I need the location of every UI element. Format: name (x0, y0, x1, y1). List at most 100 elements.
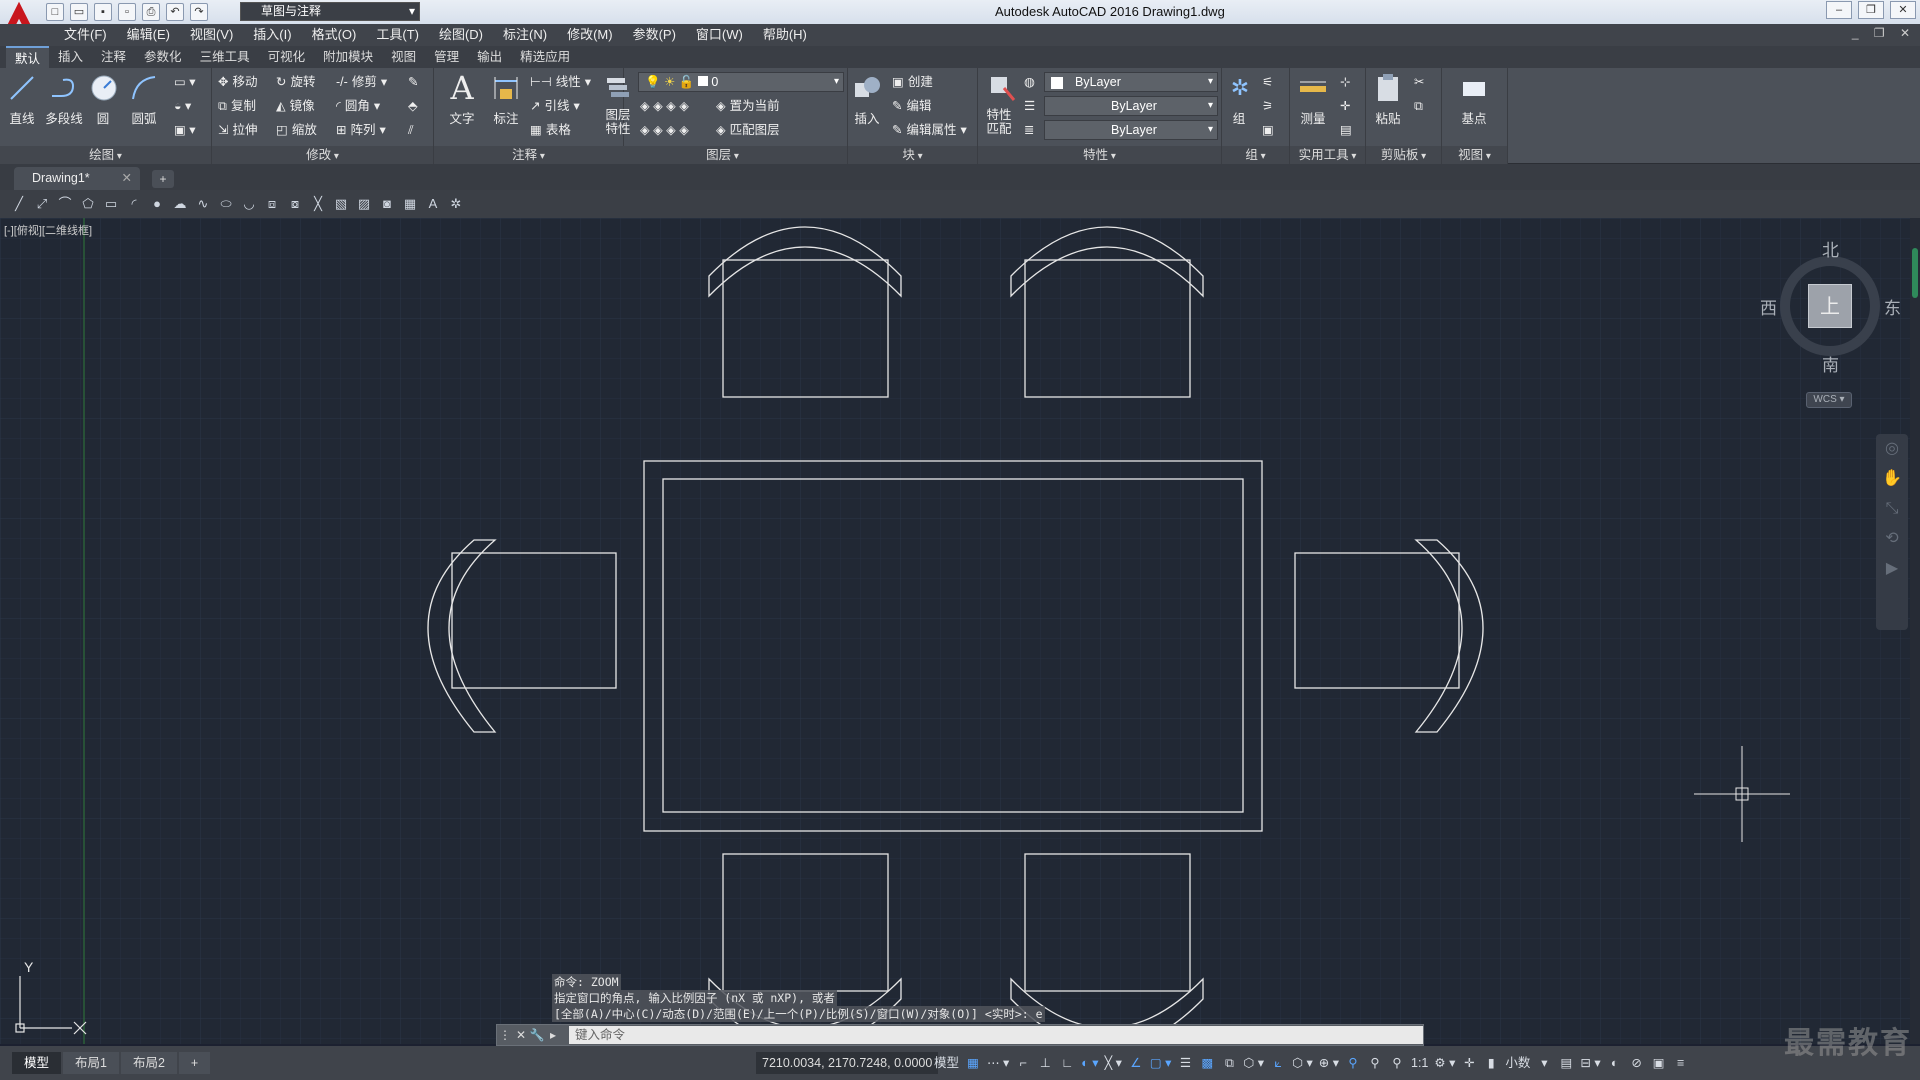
menu-format[interactable]: 格式(O) (302, 24, 367, 46)
modify-panel-title[interactable]: 修改 (212, 146, 433, 164)
undo-icon[interactable]: ↶ (166, 3, 184, 21)
color-dropdown[interactable]: ByLayer (1044, 72, 1218, 92)
fillet-button[interactable]: ◜ 圆角 ▾ (336, 96, 380, 116)
compass-west[interactable]: 西 (1760, 294, 1777, 319)
zoom-extents-icon[interactable]: ⤡ (1876, 494, 1908, 524)
grid-icon[interactable]: ▦ (965, 1052, 981, 1074)
match-properties-button[interactable]: 特性匹配 (986, 72, 1016, 136)
dynamic-ucs-icon[interactable]: ⟀ (1270, 1052, 1286, 1074)
coordinates-readout[interactable]: 7210.0034, 2170.7248, 0.0000 (756, 1052, 939, 1074)
menu-edit[interactable]: 编辑(E) (117, 24, 180, 46)
dimension-button[interactable]: 标注 (488, 72, 524, 127)
menu-dimension[interactable]: 标注(N) (493, 24, 557, 46)
insert-block-button[interactable]: 插入 (850, 72, 884, 127)
linetype-dropdown[interactable]: ByLayer (1044, 96, 1218, 116)
menu-parametric[interactable]: 参数(P) (623, 24, 686, 46)
quick-properties-icon[interactable]: ▤ (1558, 1052, 1574, 1074)
tab-layout1[interactable]: 布局1 (63, 1052, 119, 1074)
units-dropdown[interactable]: 小数 (1505, 1052, 1530, 1074)
workspace-gear-icon[interactable]: ⚙ ▾ (1434, 1052, 1455, 1074)
edit-attributes-button[interactable]: ✎ 编辑属性 ▾ (892, 120, 967, 140)
wcs-menu[interactable]: WCS ▾ (1806, 392, 1852, 408)
infer-constraints-icon[interactable]: ⌐ (1015, 1052, 1031, 1074)
model-space-toggle[interactable]: 模型 (934, 1052, 959, 1074)
point-icon[interactable]: ╳ (309, 195, 327, 213)
ortho-icon[interactable]: ∟ (1059, 1052, 1075, 1074)
scale-button[interactable]: ◰ 缩放 (276, 120, 317, 140)
ungroup-icon[interactable]: ⚟ (1262, 72, 1273, 92)
match-layer-button[interactable]: ◈ 匹配图层 (716, 120, 780, 140)
save-as-icon[interactable]: ▫ (118, 3, 136, 21)
viewport-controls[interactable]: [-][俯视][二维线框] (4, 222, 92, 238)
tab-default[interactable]: 默认 (6, 46, 50, 68)
3d-osnap-icon[interactable]: ⬡ ▾ (1243, 1052, 1264, 1074)
line-button[interactable]: 直线 (4, 72, 40, 127)
table-icon[interactable]: ▦ (401, 195, 419, 213)
spline-icon[interactable]: ∿ (194, 195, 212, 213)
close-button[interactable]: ✕ (1890, 1, 1916, 19)
group-button[interactable]: ✲ 组 (1224, 72, 1254, 127)
annotation-scale-value[interactable]: 1:1 (1411, 1052, 1428, 1074)
hatch-icon[interactable]: ▧ (332, 195, 350, 213)
command-input[interactable]: 键入命令 (569, 1026, 1423, 1044)
selection-cycling-icon[interactable]: ⧉ (1221, 1052, 1237, 1074)
customization-icon[interactable]: ≡ (1673, 1052, 1689, 1074)
annotation-panel-title[interactable]: 注释 (434, 146, 623, 164)
ellipse-icon[interactable]: ⬭ (217, 195, 235, 213)
minimize-button[interactable]: – (1826, 1, 1852, 19)
polyline-icon[interactable]: ⌒ (56, 195, 74, 213)
copy-clip-icon[interactable]: ⧉ (1414, 96, 1423, 116)
drawing-canvas[interactable]: Y [-][俯视][二维线框] (0, 218, 1910, 1044)
edit-block-button[interactable]: ✎ 编辑 (892, 96, 932, 116)
menu-tools[interactable]: 工具(T) (366, 24, 429, 46)
tab-parametric[interactable]: 参数化 (135, 46, 191, 68)
explode-icon[interactable]: ⬘ (408, 96, 418, 116)
layer-tools-row2[interactable]: ◈ ◈ ◈ ◈ (640, 120, 689, 140)
table-button[interactable]: ▦ 表格 (530, 120, 571, 140)
menu-view[interactable]: 视图(V) (180, 24, 243, 46)
layer-tools-row1[interactable]: ◈ ◈ ◈ ◈ (640, 96, 689, 116)
hatch-icon[interactable]: ◒ ▾ (174, 96, 191, 116)
clipboard-panel-title[interactable]: 剪贴板 (1366, 146, 1441, 164)
selection-filter-icon[interactable]: ⬡ ▾ (1292, 1052, 1313, 1074)
arc-icon[interactable]: ◜ (125, 195, 143, 213)
tab-model[interactable]: 模型 (12, 1052, 62, 1074)
circle-button[interactable]: 圆 (88, 72, 118, 127)
quick-select-icon[interactable]: ⊹ (1340, 72, 1350, 92)
tab-layout2[interactable]: 布局2 (120, 1052, 177, 1074)
circle-icon[interactable]: ● (148, 195, 166, 213)
properties-panel-title[interactable]: 特性 (978, 146, 1221, 164)
gizmo-icon[interactable]: ⊕ ▾ (1319, 1052, 1339, 1074)
viewcube[interactable]: 上 北 南 东 西 (1760, 236, 1901, 376)
calculator-icon[interactable]: ▤ (1340, 120, 1352, 140)
text-button[interactable]: A 文字 (444, 69, 480, 127)
auto-scale-icon[interactable]: ⚲ (1367, 1052, 1383, 1074)
object-snap-tracking-icon[interactable]: ∠ (1128, 1052, 1144, 1074)
utilities-panel-title[interactable]: 实用工具 (1290, 146, 1365, 164)
recent-commands-icon[interactable]: ▸ (545, 1028, 561, 1042)
polar-tracking-icon[interactable]: ◐ ▾ (1081, 1052, 1098, 1074)
menu-window[interactable]: 窗口(W) (686, 24, 753, 46)
view-panel-title[interactable]: 视图 (1442, 146, 1507, 164)
save-icon[interactable]: ▪ (94, 3, 112, 21)
mtext-icon[interactable]: A (424, 195, 442, 213)
isometric-icon[interactable]: ╳ ▾ (1105, 1052, 1122, 1074)
compass-east[interactable]: 东 (1884, 294, 1901, 319)
rotate-button[interactable]: ↻ 旋转 (276, 72, 316, 92)
draw-panel-title[interactable]: 绘图 (0, 146, 211, 164)
gradient-icon[interactable]: ▨ (355, 195, 373, 213)
tab-manage[interactable]: 管理 (425, 46, 468, 68)
pan-icon[interactable]: ✋ (1876, 464, 1908, 494)
transparency-icon[interactable]: ▩ (1199, 1052, 1215, 1074)
layer-dropdown[interactable]: 💡 ☀ 🔓 0 (638, 72, 844, 92)
leader-button[interactable]: ↗ 引线 ▾ (530, 96, 580, 116)
steering-wheel-icon[interactable]: ◎ (1876, 434, 1908, 464)
line-icon[interactable]: ╱ (10, 195, 28, 213)
compass-north[interactable]: 北 (1822, 236, 1839, 261)
menu-insert[interactable]: 插入(I) (243, 24, 301, 46)
lineweight-dropdown[interactable]: ByLayer (1044, 120, 1218, 140)
layer-properties-button[interactable]: 图层特性 (598, 72, 638, 136)
menu-draw[interactable]: 绘图(D) (429, 24, 493, 46)
tab-output[interactable]: 输出 (468, 46, 511, 68)
trim-button[interactable]: -/- 修剪 ▾ (336, 72, 387, 92)
